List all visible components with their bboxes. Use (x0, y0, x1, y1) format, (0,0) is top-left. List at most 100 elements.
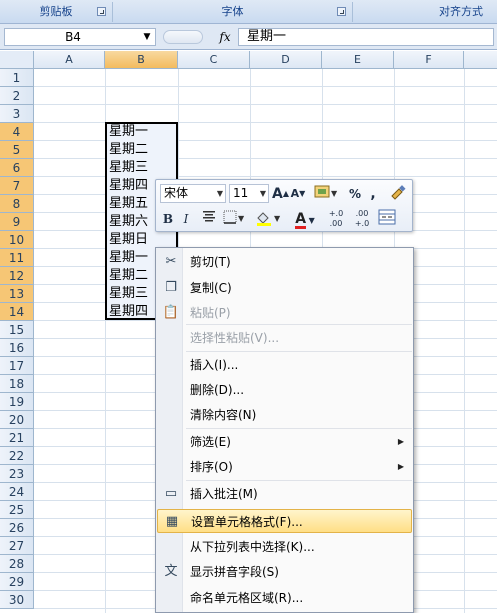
increase-decimal-button[interactable]: +.0 .00 (324, 209, 348, 229)
grid-line (34, 104, 497, 105)
row-header-6[interactable]: 6 (0, 159, 34, 177)
ribbon-group-alignment-label: 对齐方式 (439, 5, 483, 18)
column-header-a[interactable]: A (34, 51, 105, 69)
row-header-27[interactable]: 27 (0, 537, 34, 555)
menu-item-6[interactable]: 清除内容(N) (157, 403, 412, 427)
row-header-7[interactable]: 7 (0, 177, 34, 195)
column-header-d[interactable]: D (250, 51, 322, 69)
decrease-decimal-button[interactable]: .00 +.0 (350, 209, 374, 229)
row-header-19[interactable]: 19 (0, 393, 34, 411)
formula-input[interactable]: 星期一 (238, 28, 494, 46)
percent-style-button[interactable]: % (346, 184, 364, 204)
ribbon-group-clipboard-label: 剪贴板 (39, 5, 73, 18)
merge-center-button[interactable] (376, 209, 398, 229)
cell-b4[interactable]: 星期一 (109, 123, 179, 141)
row-header-26[interactable]: 26 (0, 519, 34, 537)
font-name-dropdown-icon[interactable]: ▼ (217, 185, 223, 202)
menu-item-5[interactable]: 删除(D)... (157, 378, 412, 402)
column-header-c[interactable]: C (178, 51, 250, 69)
font-size-box[interactable]: 11 ▼ (229, 184, 269, 203)
formula-bar-splitter[interactable] (163, 30, 203, 44)
paste-icon: 📋 (162, 305, 180, 320)
ribbon-group-alignment: 对齐方式 (353, 2, 497, 22)
insert-function-icon[interactable]: fx (214, 28, 236, 46)
row-header-14[interactable]: 14 (0, 303, 34, 321)
select-all-corner[interactable] (0, 51, 34, 69)
column-header-g[interactable] (464, 51, 497, 69)
grid-line (34, 176, 497, 177)
grow-font-button[interactable]: A▲ (272, 184, 289, 204)
row-header-12[interactable]: 12 (0, 267, 34, 285)
menu-item-label: 复制(C) (190, 281, 232, 295)
row-header-30[interactable]: 30 (0, 591, 34, 609)
menu-item-8[interactable]: 排序(O) ▶ (157, 455, 412, 479)
row-header-5[interactable]: 5 (0, 141, 34, 159)
name-box-dropdown-icon[interactable]: ▼ (141, 29, 153, 45)
font-name-box[interactable]: 宋体 ▼ (160, 184, 226, 203)
menu-item-2[interactable]: 📋 粘贴(P) (157, 301, 412, 325)
font-color-icon: A (295, 211, 307, 229)
row-header-18[interactable]: 18 (0, 375, 34, 393)
bold-button[interactable]: B (160, 209, 176, 229)
row-header-4[interactable]: 4 (0, 123, 34, 141)
row-header-8[interactable]: 8 (0, 195, 34, 213)
row-header-17[interactable]: 17 (0, 357, 34, 375)
mini-toolbar: 宋体 ▼ 11 ▼ A▲ A▼ ▼ % , B I ▼ ▼ A ▼ +.0 .0… (155, 179, 413, 232)
fill-color-button[interactable]: ▼ (254, 209, 286, 229)
menu-item-label: 命名单元格区域(R)... (190, 591, 304, 605)
menu-item-1[interactable]: ❐ 复制(C) (157, 276, 412, 300)
ribbon-group-clipboard: 剪贴板 (0, 2, 113, 22)
merge-center-icon (378, 209, 396, 225)
menu-item-12[interactable]: 文显示拼音字段(S) (157, 560, 412, 584)
formula-bar: B4 ▼ fx 星期一 (0, 24, 497, 50)
name-box[interactable]: B4 ▼ (4, 28, 156, 46)
accounting-format-button[interactable]: ▼ (312, 184, 342, 204)
cell-b5[interactable]: 星期二 (109, 141, 179, 159)
row-header-20[interactable]: 20 (0, 411, 34, 429)
borders-button[interactable]: ▼ (222, 209, 250, 229)
comma-style-button[interactable]: , (366, 184, 380, 204)
menu-item-4[interactable]: 插入(I)... (157, 353, 412, 377)
format-painter-button[interactable] (388, 184, 408, 204)
menu-item-7[interactable]: 筛选(E) ▶ (157, 430, 412, 454)
row-header-1[interactable]: 1 (0, 69, 34, 87)
grid-line (34, 158, 497, 159)
menu-item-11[interactable]: 从下拉列表中选择(K)... (157, 535, 412, 559)
phonetic-icon: 文 (164, 564, 178, 579)
menu-item-10[interactable]: ▦ 设置单元格格式(F)... (157, 509, 412, 533)
menu-item-9[interactable]: ▭ 插入批注(M) (157, 482, 412, 506)
row-header-28[interactable]: 28 (0, 555, 34, 573)
row-header-16[interactable]: 16 (0, 339, 34, 357)
italic-button[interactable]: I (178, 209, 194, 229)
row-header-23[interactable]: 23 (0, 465, 34, 483)
row-header-22[interactable]: 22 (0, 447, 34, 465)
row-header-3[interactable]: 3 (0, 105, 34, 123)
shrink-font-button[interactable]: A▼ (290, 184, 306, 204)
row-header-10[interactable]: 10 (0, 231, 34, 249)
column-header-f[interactable]: F (394, 51, 464, 69)
font-name-value: 宋体 (164, 186, 189, 200)
font-color-button[interactable]: A ▼ (290, 209, 320, 229)
menu-item-3[interactable]: 选择性粘贴(V)... (157, 326, 412, 350)
row-header-21[interactable]: 21 (0, 429, 34, 447)
center-align-button[interactable] (200, 209, 218, 229)
menu-item-label: 剪切(T) (190, 255, 231, 269)
row-header-9[interactable]: 9 (0, 213, 34, 231)
column-header-b[interactable]: B (105, 51, 178, 69)
row-header-24[interactable]: 24 (0, 483, 34, 501)
submenu-arrow-icon: ▶ (397, 437, 404, 446)
menu-item-13[interactable]: 命名单元格区域(R)... (157, 586, 412, 610)
menu-item-0[interactable]: ✂ 剪切(T) (157, 250, 412, 274)
row-header-13[interactable]: 13 (0, 285, 34, 303)
column-header-e[interactable]: E (322, 51, 394, 69)
font-dialog-launcher-icon[interactable] (337, 7, 346, 16)
row-header-15[interactable]: 15 (0, 321, 34, 339)
row-header-2[interactable]: 2 (0, 87, 34, 105)
clipboard-dialog-launcher-icon[interactable] (97, 7, 106, 16)
row-header-29[interactable]: 29 (0, 573, 34, 591)
menu-item-label: 删除(D)... (190, 383, 245, 397)
font-size-dropdown-icon[interactable]: ▼ (260, 185, 266, 202)
row-header-25[interactable]: 25 (0, 501, 34, 519)
row-header-11[interactable]: 11 (0, 249, 34, 267)
cell-b6[interactable]: 星期三 (109, 159, 179, 177)
